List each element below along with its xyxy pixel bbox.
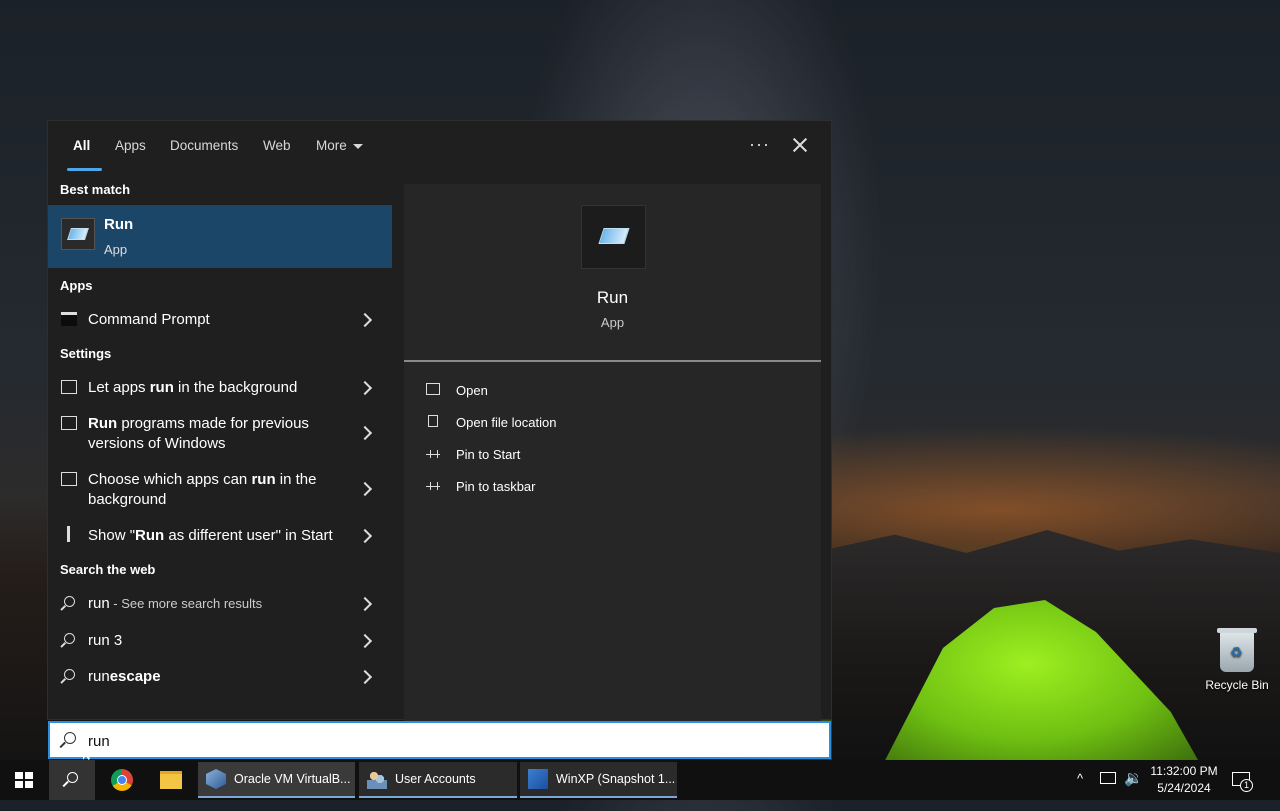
result-label: Command Prompt: [88, 311, 210, 328]
chevron-right-icon: [357, 669, 373, 685]
window-title: WinXP (Snapshot 1...: [556, 772, 676, 786]
recycle-bin-label: Recycle Bin: [1205, 678, 1269, 692]
web-result-run[interactable]: run - See more search results: [48, 591, 392, 619]
tab-apps[interactable]: Apps: [115, 138, 146, 153]
web-result-run-3[interactable]: run 3: [48, 628, 392, 656]
run-app-icon: [61, 218, 95, 250]
best-match-subtitle: App: [104, 242, 128, 257]
web-result-runescape[interactable]: runescape: [48, 664, 392, 692]
notifications-icon[interactable]: 1: [1232, 772, 1253, 792]
volume-icon[interactable]: 🔉: [1124, 769, 1143, 809]
recycle-bin-icon: ♻: [1217, 628, 1257, 672]
command-prompt-icon: [61, 312, 77, 326]
search-icon: [64, 669, 75, 680]
pin-icon: [426, 450, 440, 460]
tab-web[interactable]: Web: [263, 138, 291, 153]
search-tabs: All Apps Documents Web More ···: [48, 121, 833, 173]
folder-icon: [160, 771, 182, 789]
result-label: runescape: [88, 668, 161, 685]
action-label: Pin to taskbar: [456, 479, 536, 494]
chevron-right-icon: [357, 312, 373, 328]
settings-window-icon: [61, 416, 77, 430]
best-match-run[interactable]: Run App: [48, 205, 392, 268]
taskbar-window-virtualbox[interactable]: Oracle VM VirtualB...: [198, 762, 355, 798]
tab-all[interactable]: All: [73, 138, 90, 153]
search-icon: [64, 596, 75, 607]
action-label: Pin to Start: [456, 447, 521, 462]
result-label: Show "Run as different user" in Start: [88, 527, 333, 544]
section-search-web: Search the web: [60, 562, 156, 577]
search-icon: [67, 772, 78, 783]
preview-pane: Run App Open Open file location Pin to S…: [404, 184, 821, 721]
window-title: Oracle VM VirtualB...: [234, 772, 351, 786]
close-icon[interactable]: [790, 135, 810, 155]
preview-subtitle: App: [600, 315, 625, 330]
result-command-prompt[interactable]: Command Prompt: [48, 307, 392, 335]
taskbar-search-button[interactable]: [49, 760, 95, 800]
notification-count: 1: [1240, 779, 1253, 792]
virtualbox-icon: [206, 769, 226, 789]
chevron-right-icon: [357, 633, 373, 649]
user-accounts-icon: [367, 769, 387, 789]
result-setting-compatibility[interactable]: Run programs made for previous versions …: [48, 411, 392, 455]
developer-settings-icon: [67, 526, 70, 542]
settings-chart-icon: [61, 380, 77, 394]
clock[interactable]: 11:32:00 PM 5/24/2024: [1148, 763, 1220, 797]
result-setting-run-as-user[interactable]: Show "Run as different user" in Start: [48, 523, 392, 551]
result-label: run - See more search results: [88, 595, 263, 612]
pin-icon: [426, 482, 440, 492]
result-setting-choose-apps[interactable]: Choose which apps can run in the backgro…: [48, 467, 392, 511]
window-title: User Accounts: [395, 772, 476, 786]
clock-date: 5/24/2024: [1157, 781, 1211, 795]
chevron-right-icon: [357, 528, 373, 544]
open-icon: [426, 383, 440, 395]
settings-chart-icon: [61, 472, 77, 486]
search-icon: [64, 633, 75, 644]
chevron-right-icon: [357, 380, 373, 396]
tab-documents[interactable]: Documents: [170, 138, 238, 153]
chevron-right-icon: [357, 596, 373, 612]
search-box[interactable]: [48, 721, 831, 759]
windows-logo-icon: [15, 772, 33, 788]
best-match-title: Run: [104, 216, 134, 233]
result-label: Choose which apps can run in the backgro…: [88, 471, 317, 508]
taskbar-chrome[interactable]: [100, 760, 146, 800]
tab-more[interactable]: More: [316, 138, 363, 153]
section-settings: Settings: [60, 346, 112, 361]
result-label: Let apps run in the background: [88, 379, 298, 396]
search-panel: All Apps Documents Web More ··· Best mat…: [47, 120, 833, 721]
search-icon: [64, 732, 76, 744]
section-apps: Apps: [60, 278, 93, 293]
file-location-icon: [428, 415, 438, 427]
vm-winxp-icon: [528, 769, 548, 789]
preview-divider: [404, 360, 821, 362]
results-list: Best match Run App Apps Command Prompt S…: [48, 173, 393, 721]
tab-more-label: More: [316, 138, 347, 153]
section-best-match: Best match: [60, 182, 131, 197]
chevron-up-icon[interactable]: ^: [1077, 771, 1083, 811]
active-tab-indicator: [67, 168, 102, 171]
chevron-right-icon: [357, 425, 373, 441]
result-label: run 3: [88, 632, 123, 649]
more-options-icon[interactable]: ···: [749, 134, 770, 155]
network-icon[interactable]: [1100, 772, 1116, 784]
run-app-large-icon: [581, 205, 646, 269]
recycle-bin-shortcut[interactable]: ♻ Recycle Bin: [1200, 628, 1274, 692]
preview-title: Run: [596, 288, 629, 307]
clock-time: 11:32:00 PM: [1150, 764, 1218, 778]
taskbar-window-winxp[interactable]: WinXP (Snapshot 1...: [520, 762, 677, 798]
taskbar-file-explorer[interactable]: [149, 760, 195, 800]
result-label: Run programs made for previous versions …: [88, 415, 309, 452]
chevron-down-icon: [352, 143, 363, 149]
result-setting-background-apps[interactable]: Let apps run in the background: [48, 375, 392, 403]
action-label: Open: [456, 383, 488, 398]
taskbar-window-user-accounts[interactable]: User Accounts: [359, 762, 517, 798]
taskbar: Oracle VM VirtualB... User Accounts WinX…: [0, 760, 1280, 800]
chrome-icon: [111, 769, 133, 791]
start-button[interactable]: [0, 760, 48, 800]
chevron-right-icon: [357, 481, 373, 497]
action-label: Open file location: [456, 415, 557, 430]
search-input[interactable]: [86, 729, 790, 753]
